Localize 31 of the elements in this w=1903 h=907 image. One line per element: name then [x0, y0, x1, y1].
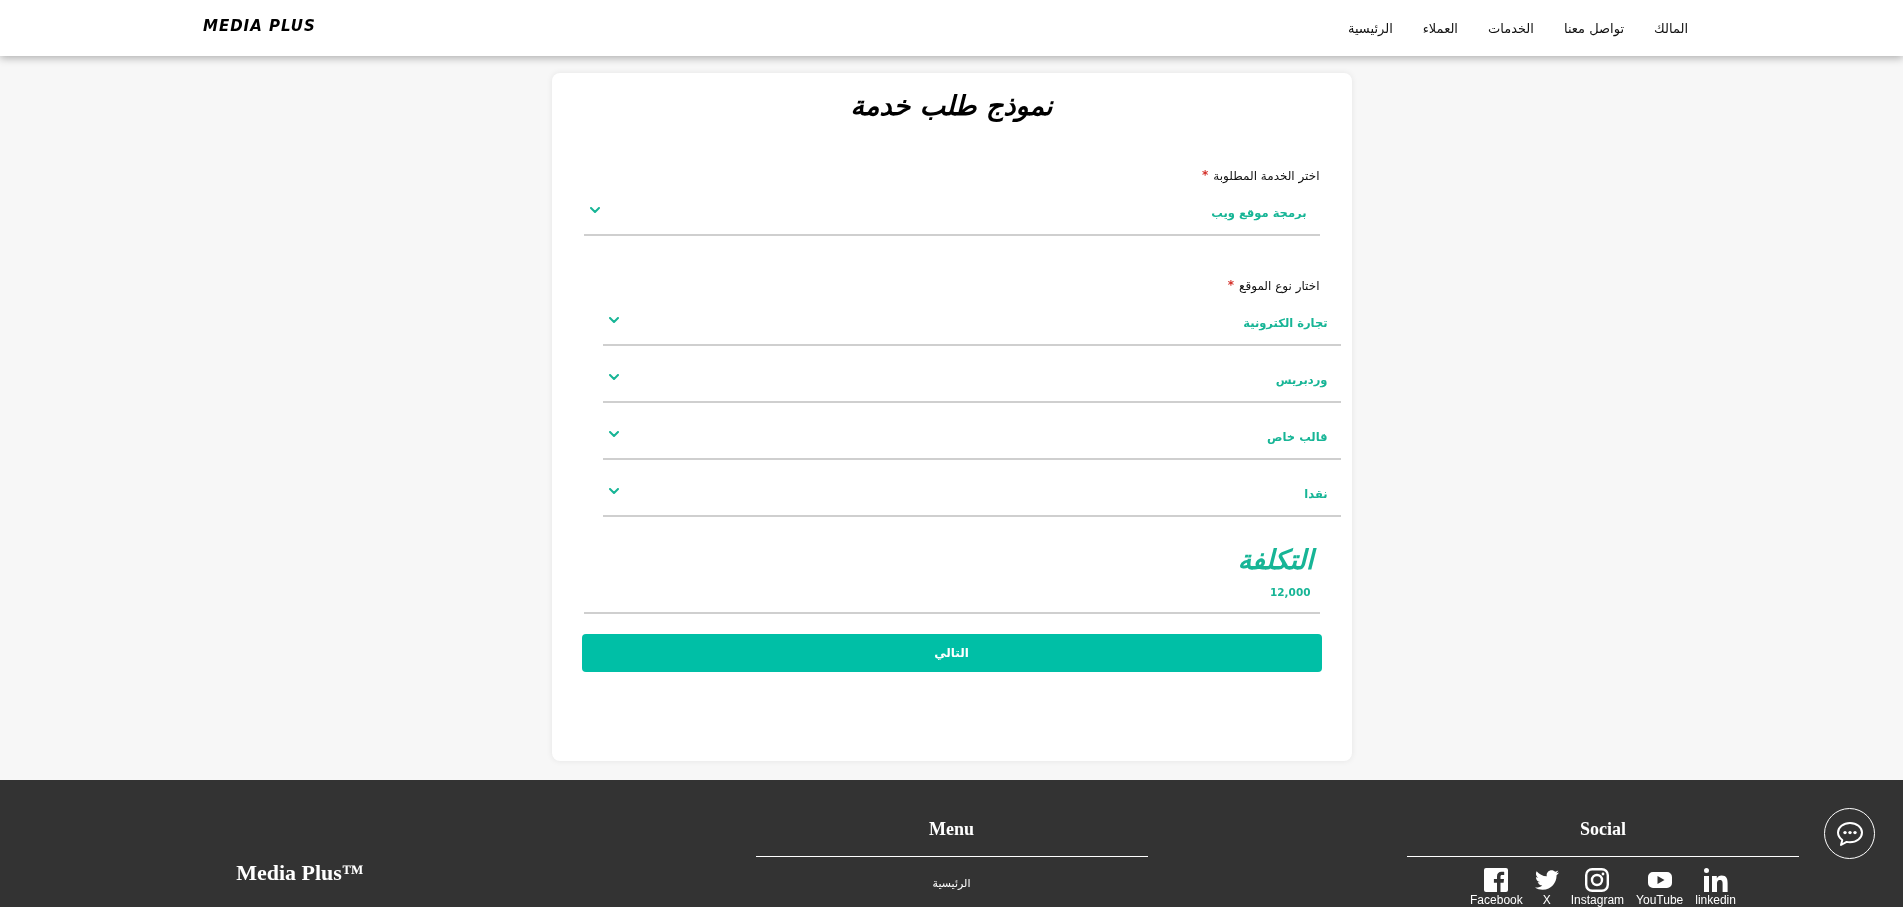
chevron-down-icon — [608, 431, 619, 437]
footer-heading: Menu — [929, 818, 974, 840]
field-label: اختار نوع الموقع — [1239, 279, 1320, 293]
camera-icon — [1585, 868, 1610, 892]
logo-text: MEDIA PLUS — [203, 17, 316, 35]
footer-brand: Media Plus™ — [236, 860, 364, 886]
nav-link[interactable]: العملاء — [1422, 20, 1458, 36]
nav-link[interactable]: تواصل معنا — [1563, 20, 1625, 36]
field-label: اختر الخدمة المطلوبة — [1213, 169, 1320, 183]
nav-link[interactable]: المالك — [1654, 20, 1688, 36]
required-asterisk: * — [1201, 169, 1209, 181]
cost-field: 12,000 — [583, 576, 1320, 614]
social-link[interactable]: YouTube — [1636, 868, 1684, 907]
linkedin-icon — [1703, 868, 1728, 892]
bird-icon — [1534, 868, 1559, 892]
social-link[interactable]: Facebook — [1470, 868, 1523, 907]
chevron-down-icon — [589, 207, 600, 213]
chevron-down-icon — [608, 488, 619, 494]
footer-heading: Social — [1580, 818, 1626, 840]
facebook-icon — [1484, 868, 1509, 892]
social-link[interactable]: Instagram — [1570, 868, 1625, 907]
speech-bubble-icon — [1835, 820, 1864, 847]
nav-link[interactable]: الخدمات — [1488, 20, 1534, 36]
nav-link[interactable]: الرئيسية — [1347, 20, 1393, 36]
chevron-down-icon — [608, 317, 619, 323]
social-link[interactable]: linkedin — [1695, 868, 1736, 907]
form-title: نموذج طلب خدمة — [850, 89, 1053, 124]
footer-link[interactable]: الرئيسية — [932, 877, 971, 891]
social-link[interactable]: X — [1534, 868, 1559, 907]
required-asterisk: * — [1227, 279, 1235, 291]
chevron-down-icon — [608, 374, 619, 380]
